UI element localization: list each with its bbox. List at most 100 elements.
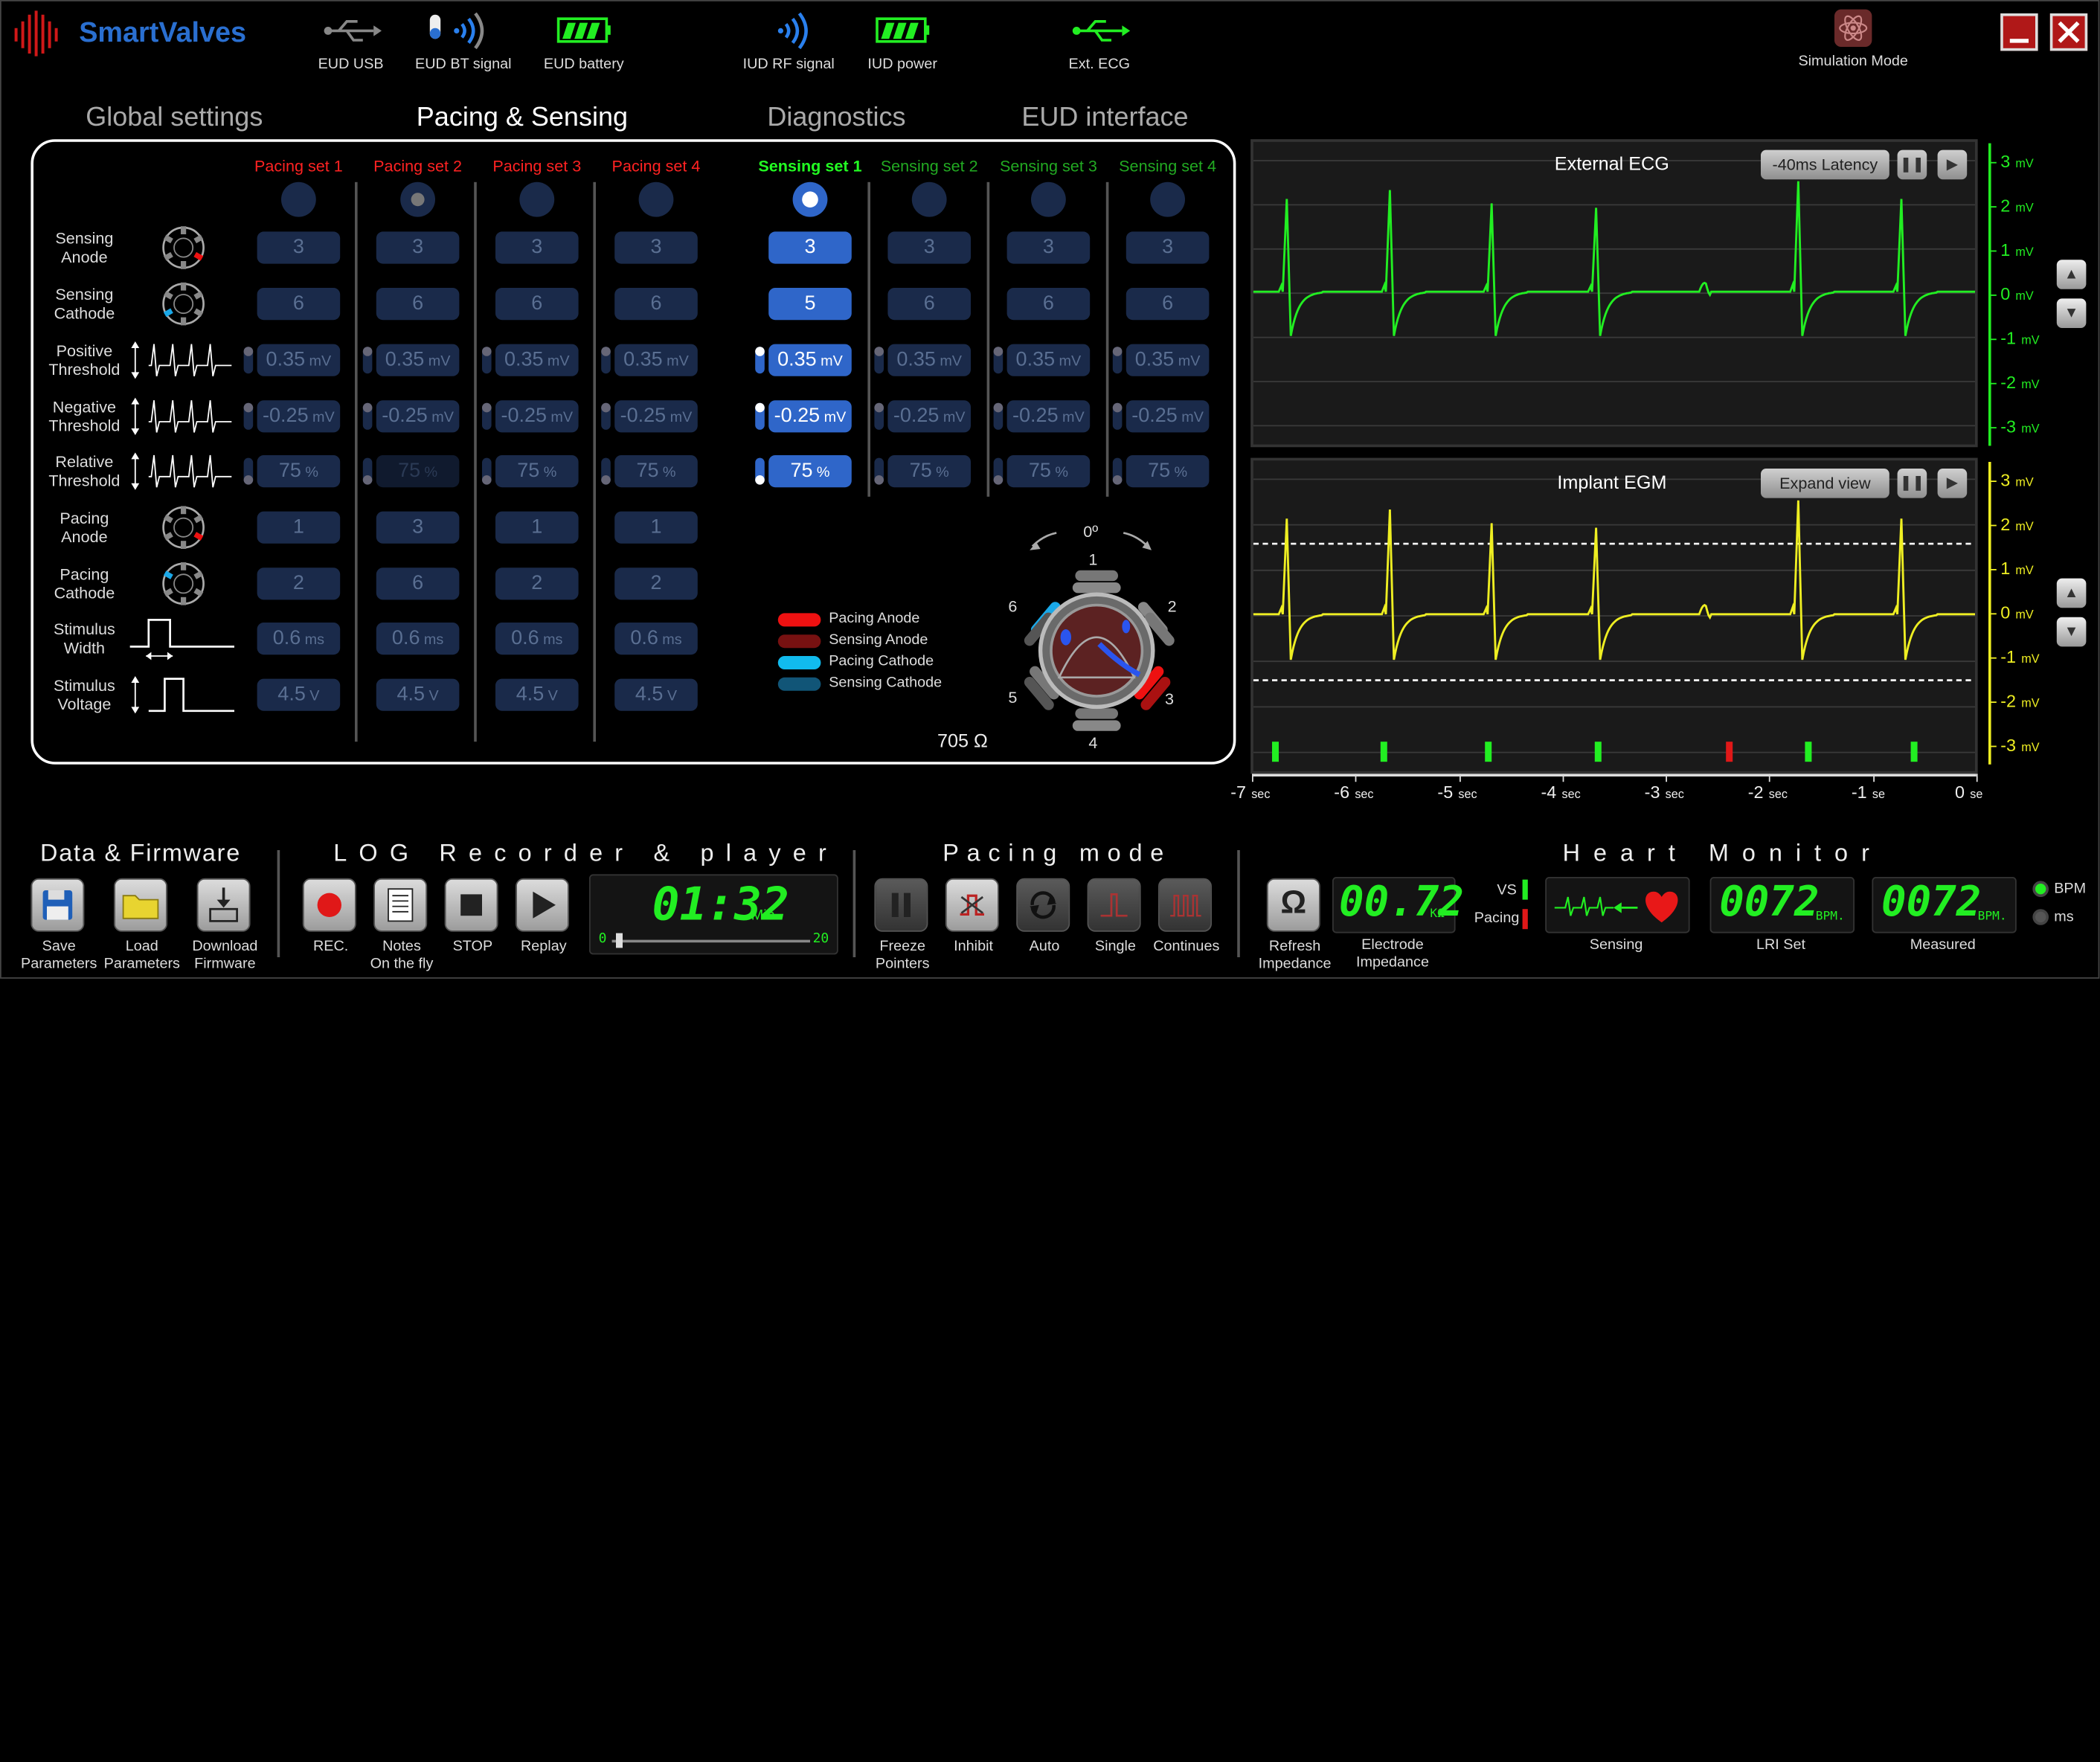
setting-value-box[interactable]: 4.5 V (257, 678, 341, 711)
setting-value-box[interactable]: 0.35 mV (1006, 344, 1091, 376)
ecg-play-button[interactable]: ▶ (1937, 149, 1968, 180)
egm-pause-button[interactable]: ❚❚ (1897, 469, 1927, 498)
ms-radio[interactable] (2032, 909, 2049, 925)
set-select-radio[interactable] (1150, 181, 1185, 217)
threshold-toggle[interactable] (362, 457, 373, 485)
setting-value-box[interactable]: 6 (495, 288, 579, 321)
close-button[interactable] (2049, 13, 2088, 51)
setting-value-box[interactable]: -0.25 mV (376, 400, 460, 433)
threshold-toggle[interactable] (993, 347, 1004, 374)
threshold-toggle[interactable] (874, 402, 884, 430)
threshold-toggle[interactable] (1112, 347, 1123, 374)
threshold-toggle[interactable] (993, 402, 1004, 430)
setting-value-box[interactable]: -0.25 mV (614, 400, 698, 433)
threshold-toggle[interactable] (601, 347, 611, 374)
setting-value-box[interactable]: 0.35 mV (376, 344, 460, 376)
setting-value-box[interactable]: 3 (1126, 231, 1210, 264)
setting-value-box[interactable]: 3 (614, 231, 698, 264)
threshold-toggle[interactable] (243, 347, 254, 374)
auto-button[interactable]: Auto (1016, 878, 1070, 954)
threshold-toggle[interactable] (1112, 457, 1123, 485)
ecg-pause-button[interactable]: ❚❚ (1897, 149, 1927, 180)
setting-value-box[interactable]: -0.25 mV (495, 400, 579, 433)
setting-value-box[interactable]: 1 (257, 511, 341, 544)
threshold-toggle[interactable] (243, 402, 254, 430)
setting-value-box[interactable]: -0.25 mV (1006, 400, 1091, 433)
ecg-scale-down-button[interactable]: ▼ (2056, 298, 2087, 328)
setting-value-box[interactable]: 4.5 V (614, 678, 698, 711)
setting-value-box[interactable]: 0.35 mV (495, 344, 579, 376)
set-select-radio[interactable] (1031, 181, 1066, 217)
threshold-toggle[interactable] (874, 347, 884, 374)
load-parameters-button[interactable]: Load Parameters (104, 878, 180, 972)
setting-value-box[interactable]: 75% (257, 455, 341, 488)
set-select-radio[interactable] (400, 181, 435, 217)
setting-value-box[interactable]: 6 (376, 567, 460, 600)
replay-button[interactable]: Replay (516, 878, 569, 954)
latency-button[interactable]: -40ms Latency (1761, 149, 1889, 180)
setting-value-box[interactable]: 6 (887, 288, 971, 321)
setting-value-box[interactable]: 75% (376, 455, 460, 488)
threshold-toggle[interactable] (362, 347, 373, 374)
setting-value-box[interactable]: 0.6 ms (257, 623, 341, 655)
egm-scale-down-button[interactable]: ▼ (2056, 617, 2087, 647)
minimize-button[interactable] (2000, 13, 2038, 51)
stop-button[interactable]: STOP (444, 878, 498, 954)
threshold-toggle[interactable] (482, 457, 492, 485)
setting-value-box[interactable]: 3 (376, 511, 460, 544)
setting-value-box[interactable]: -0.25 mV (887, 400, 971, 433)
egm-scale-up-button[interactable]: ▲ (2056, 578, 2087, 608)
threshold-toggle[interactable] (874, 457, 884, 485)
simulation-mode-button[interactable]: Simulation Mode (1796, 9, 1911, 74)
setting-value-box[interactable]: 75% (768, 455, 852, 488)
setting-value-box[interactable]: 2 (257, 567, 341, 600)
setting-value-box[interactable]: 3 (257, 231, 341, 264)
tab-global-settings[interactable]: Global settings (86, 103, 263, 134)
tab-diagnostics[interactable]: Diagnostics (767, 103, 905, 134)
record-button[interactable]: REC. (302, 878, 356, 954)
setting-value-box[interactable]: 0.6 ms (614, 623, 698, 655)
setting-value-box[interactable]: 75% (887, 455, 971, 488)
ecg-scale-up-button[interactable]: ▲ (2056, 260, 2087, 289)
setting-value-box[interactable]: 6 (257, 288, 341, 321)
setting-value-box[interactable]: 3 (495, 231, 579, 264)
set-select-radio[interactable] (792, 181, 828, 217)
inhibit-button[interactable]: Inhibit (945, 878, 999, 954)
threshold-toggle[interactable] (243, 457, 254, 485)
setting-value-box[interactable]: 75% (1126, 455, 1210, 488)
freeze-pointers-button[interactable]: Freeze Pointers (874, 878, 930, 972)
egm-play-button[interactable]: ▶ (1937, 469, 1968, 498)
setting-value-box[interactable]: 2 (614, 567, 698, 600)
set-select-radio[interactable] (281, 181, 316, 217)
setting-value-box[interactable]: -0.25 mV (1126, 400, 1210, 433)
save-parameters-button[interactable]: Save Parameters (21, 878, 97, 972)
setting-value-box[interactable]: 1 (614, 511, 698, 544)
threshold-toggle[interactable] (482, 402, 492, 430)
setting-value-box[interactable]: 6 (1126, 288, 1210, 321)
setting-value-box[interactable]: -0.25 mV (257, 400, 341, 433)
setting-value-box[interactable]: 3 (887, 231, 971, 264)
setting-value-box[interactable]: 2 (495, 567, 579, 600)
setting-value-box[interactable]: 0.35 mV (614, 344, 698, 376)
set-select-radio[interactable] (638, 181, 674, 217)
tab-eud-interface[interactable]: EUD interface (1021, 103, 1188, 134)
threshold-toggle[interactable] (755, 347, 765, 374)
setting-value-box[interactable]: 5 (768, 288, 852, 321)
setting-value-box[interactable]: 4.5 V (495, 678, 579, 711)
threshold-toggle[interactable] (601, 402, 611, 430)
set-select-radio[interactable] (519, 181, 555, 217)
setting-value-box[interactable]: 3 (376, 231, 460, 264)
setting-value-box[interactable]: 75% (614, 455, 698, 488)
continues-button[interactable]: Continues (1153, 878, 1219, 954)
setting-value-box[interactable]: 3 (768, 231, 852, 264)
setting-value-box[interactable]: 0.35 mV (1126, 344, 1210, 376)
expand-view-button[interactable]: Expand view (1761, 469, 1889, 498)
setting-value-box[interactable]: 4.5 V (376, 678, 460, 711)
setting-value-box[interactable]: 0.6 ms (495, 623, 579, 655)
threshold-toggle[interactable] (362, 402, 373, 430)
threshold-toggle[interactable] (601, 457, 611, 485)
setting-value-box[interactable]: 6 (1006, 288, 1091, 321)
single-button[interactable]: Single (1087, 878, 1141, 954)
notes-button[interactable]: Notes On the fly (370, 878, 433, 972)
threshold-toggle[interactable] (1112, 402, 1123, 430)
